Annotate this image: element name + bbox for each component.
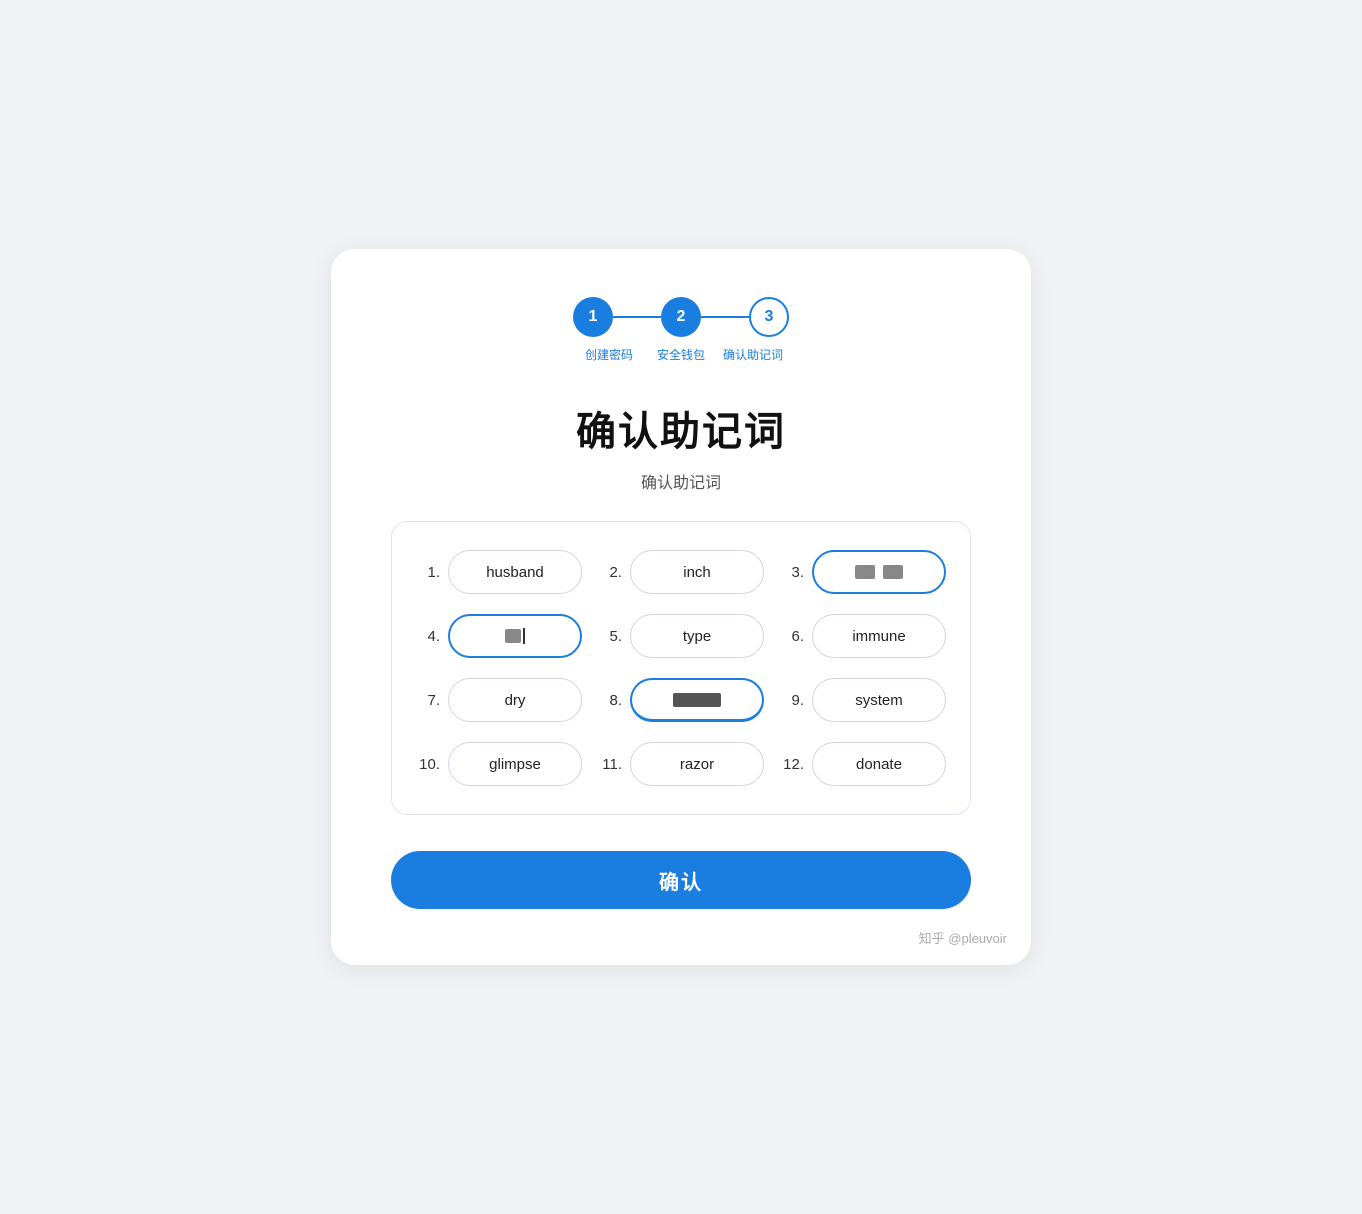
word-number-3: 3. [780,564,804,581]
word-number-1: 1. [416,564,440,581]
word-item-2: 2. inch [598,550,764,594]
step-label-3: 确认助记词 [723,347,783,364]
word-number-11: 11. [598,756,622,773]
stepper-circles: 1 2 3 [573,297,789,337]
word-item-5: 5. type [598,614,764,658]
step-1: 1 [573,297,613,337]
word-box-11[interactable]: razor [630,742,764,786]
words-container: 1. husband 2. inch 3. [391,521,971,815]
word-box-8[interactable] [630,678,764,722]
watermark: 知乎 @pleuvoir [919,928,1007,947]
word-number-4: 4. [416,628,440,645]
blur-block-3b [883,565,903,579]
blur-block-3a [855,565,875,579]
word-item-12: 12. donate [780,742,946,786]
word-box-1[interactable]: husband [448,550,582,594]
word-box-7[interactable]: dry [448,678,582,722]
word-number-7: 7. [416,692,440,709]
word-box-6[interactable]: immune [812,614,946,658]
step-label-1: 创建密码 [579,347,639,364]
word-number-8: 8. [598,692,622,709]
word-item-3: 3. [780,550,946,594]
word-box-2[interactable]: inch [630,550,764,594]
word-item-9: 9. system [780,678,946,722]
word-item-6: 6. immune [780,614,946,658]
word-number-12: 12. [780,756,804,773]
page-title: 确认助记词 [391,399,971,457]
word-box-3[interactable] [812,550,946,594]
word-item-1: 1. husband [416,550,582,594]
blur-block-4 [505,629,521,643]
word-item-10: 10. glimpse [416,742,582,786]
words-grid: 1. husband 2. inch 3. [416,550,946,786]
word-box-5[interactable]: type [630,614,764,658]
stepper-labels: 创建密码 安全钱包 确认助记词 [579,347,783,364]
word-number-2: 2. [598,564,622,581]
word-number-5: 5. [598,628,622,645]
word-item-8: 8. [598,678,764,722]
blur-block-8 [673,693,721,707]
stepper: 1 2 3 创建密码 安全钱包 确认助记词 [391,297,971,364]
step-3: 3 [749,297,789,337]
step-line-2 [701,316,749,318]
word-box-9[interactable]: system [812,678,946,722]
word-item-7: 7. dry [416,678,582,722]
confirm-button[interactable]: 确认 [391,851,971,909]
word-box-4[interactable] [448,614,582,658]
step-2: 2 [661,297,701,337]
main-card: 1 2 3 创建密码 安全钱包 确认助记词 确认助记词 确认助记词 1. [331,249,1031,966]
word-number-10: 10. [416,756,440,773]
page-subtitle: 确认助记词 [391,469,971,493]
step-label-2: 安全钱包 [651,347,711,364]
word-item-4: 4. [416,614,582,658]
cursor-4 [523,628,525,644]
word-box-10[interactable]: glimpse [448,742,582,786]
word-number-6: 6. [780,628,804,645]
step-line-1 [613,316,661,318]
word-item-11: 11. razor [598,742,764,786]
word-number-9: 9. [780,692,804,709]
word-box-12[interactable]: donate [812,742,946,786]
